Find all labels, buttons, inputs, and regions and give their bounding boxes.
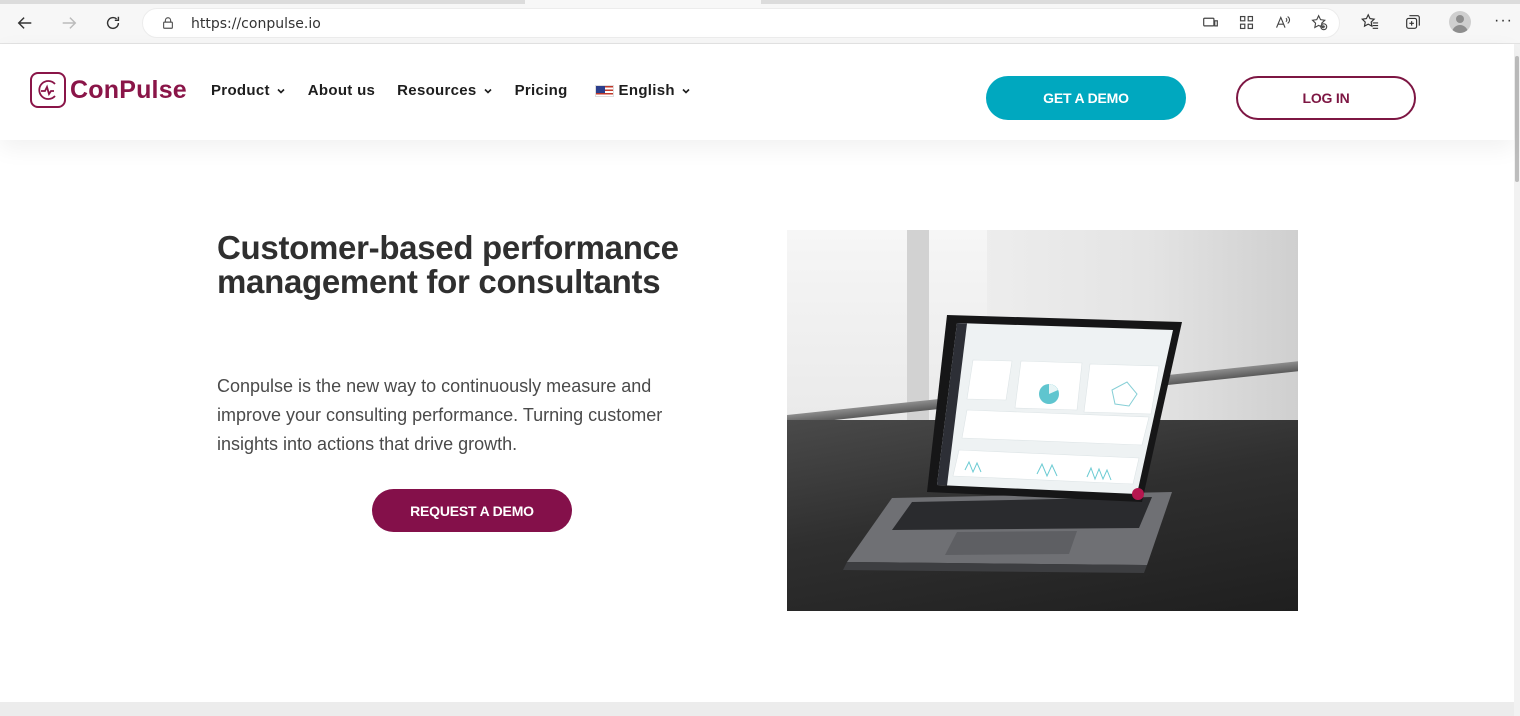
nav-language-english[interactable]: English — [594, 82, 691, 99]
nav-product[interactable]: Product — [211, 82, 286, 99]
chevron-down-icon — [682, 88, 690, 94]
request-a-demo-button[interactable]: REQUEST A DEMO — [372, 489, 572, 532]
add-favorite-icon[interactable] — [1308, 11, 1330, 33]
active-tab[interactable] — [525, 0, 761, 4]
nav-label: Product — [211, 82, 270, 99]
tab-strip — [0, 0, 1520, 4]
hero-laptop-image — [787, 230, 1298, 611]
app-available-icon[interactable] — [1199, 11, 1221, 33]
chevron-down-icon — [277, 88, 285, 94]
more-menu-icon[interactable]: ··· — [1494, 12, 1513, 30]
scrollbar-thumb[interactable] — [1515, 56, 1519, 182]
arrow-left-icon — [17, 17, 32, 29]
reload-button[interactable] — [100, 10, 126, 36]
site-header: ConPulse Product About us Resources Pric… — [0, 44, 1514, 140]
nav-label: Pricing — [514, 82, 568, 99]
us-flag-icon — [594, 84, 614, 97]
chevron-down-icon — [484, 88, 492, 94]
page-scrollbar[interactable] — [1514, 44, 1520, 716]
laptop-illustration — [843, 315, 1182, 573]
nav-resources[interactable]: Resources — [397, 82, 492, 99]
favorites-icon[interactable] — [1359, 11, 1381, 33]
collections-icon[interactable] — [1402, 11, 1424, 33]
logo-text: ConPulse — [70, 75, 187, 104]
hero-title: Customer-based performance management fo… — [217, 229, 679, 300]
browser-toolbar: https://conpulse.io ··· — [0, 0, 1520, 44]
forward-button[interactable] — [56, 10, 82, 36]
reload-icon — [106, 16, 120, 30]
main-nav: Product About us Resources Pricing Engli… — [211, 82, 713, 99]
nav-label: About us — [307, 82, 376, 99]
back-button[interactable] — [12, 10, 38, 36]
conpulse-logo[interactable]: ConPulse — [30, 72, 187, 108]
address-bar[interactable]: https://conpulse.io — [142, 8, 1340, 38]
read-aloud-icon[interactable] — [1271, 11, 1293, 33]
hero-description: Conpulse is the new way to continuously … — [217, 376, 663, 454]
pulse-logo-icon — [30, 72, 66, 108]
nav-label: English — [618, 82, 675, 99]
get-a-demo-button[interactable]: GET A DEMO — [986, 76, 1186, 120]
nav-label: Resources — [397, 82, 477, 99]
profile-avatar[interactable] — [1449, 11, 1471, 33]
nav-about-us[interactable]: About us — [308, 82, 375, 99]
lock-icon[interactable] — [161, 16, 175, 30]
nav-pricing[interactable]: Pricing — [515, 82, 568, 99]
log-in-button[interactable]: LOG IN — [1236, 76, 1416, 120]
qr-code-icon[interactable] — [1235, 11, 1257, 33]
arrow-right-icon — [62, 17, 77, 29]
footer-band — [0, 702, 1514, 716]
url-text[interactable]: https://conpulse.io — [191, 16, 321, 32]
